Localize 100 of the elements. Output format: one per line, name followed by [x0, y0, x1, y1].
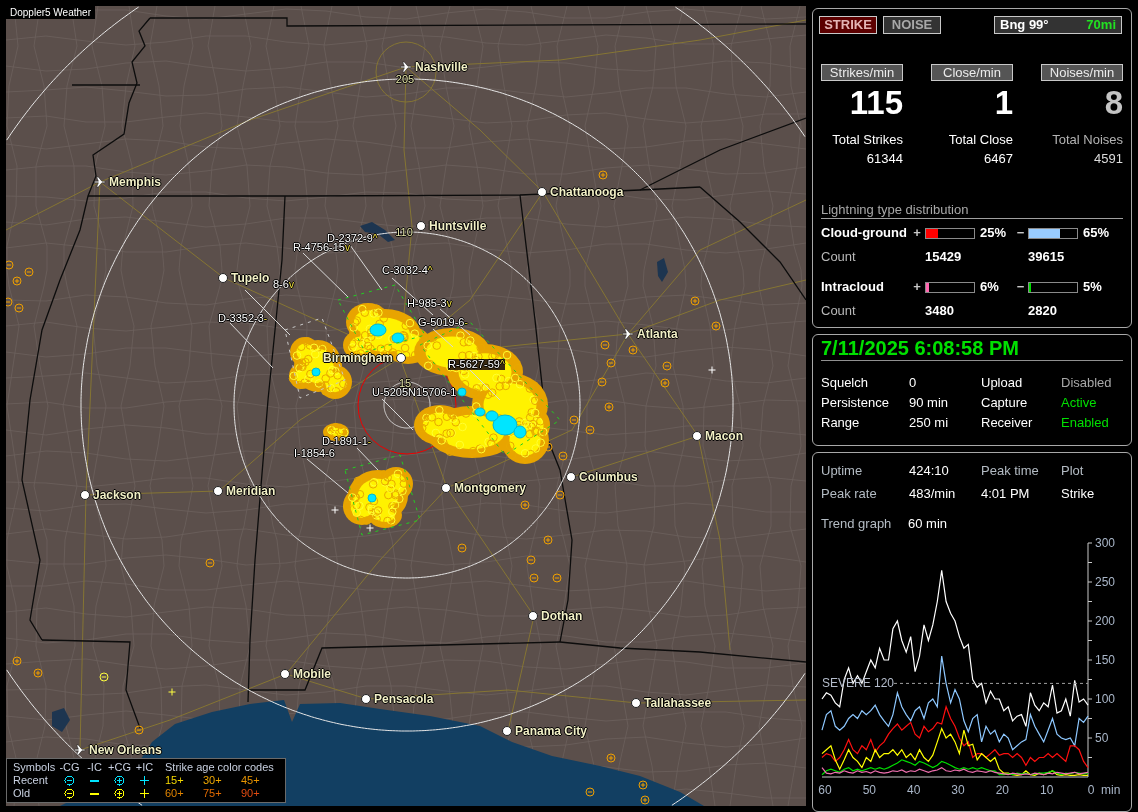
trend-mark: ^: [372, 234, 378, 244]
city-label: Atlanta: [637, 326, 678, 342]
stat-value: 60 min: [908, 515, 948, 533]
polarity-sign: −: [1015, 225, 1026, 241]
airplane-icon: [400, 61, 412, 73]
ringed-plus-icon: [12, 276, 22, 286]
cell-label: D-1891-1: [322, 436, 368, 447]
date-time: 7/11/2025 6:08:58 PM: [821, 337, 1123, 361]
ringed-plus-icon: [628, 345, 638, 355]
polarity-sign: +: [912, 225, 922, 241]
mode-button[interactable]: NOISE: [883, 16, 941, 34]
city-label: Columbus: [579, 469, 638, 485]
rate-header-button[interactable]: Strikes/min: [821, 64, 903, 81]
setting-label: Persistence: [821, 394, 890, 412]
count-value: 15429: [925, 249, 963, 265]
x-tick-label: 0: [1087, 783, 1095, 797]
ringed-plus-icon: [33, 668, 43, 678]
ringed-minus-icon: [606, 358, 616, 368]
stat-label: Trend graph: [821, 515, 893, 533]
ringed-minus-icon: [24, 267, 34, 277]
symbol-column-label: -IC: [86, 761, 103, 774]
x-tick-label: 30: [951, 783, 965, 797]
x-tick-label: 10: [1040, 783, 1054, 797]
cell-label: H-985-3: [407, 298, 447, 309]
total-value: 6467: [984, 151, 1013, 167]
ringed-minus-icon: [662, 361, 672, 371]
total-label: Total Noises: [1052, 132, 1123, 148]
ringed-minus-icon: [6, 260, 14, 270]
city-label: Tallahassee: [644, 695, 712, 711]
ringed-minus-icon: [543, 442, 553, 452]
city-label: Memphis: [109, 174, 161, 190]
count-value: 2820: [1028, 303, 1058, 319]
ringed-minus-icon: [600, 340, 610, 350]
city-label: Montgomery: [454, 480, 526, 496]
trend-mark: v: [345, 243, 350, 253]
ringed-plus-icon: [606, 753, 616, 763]
age-color-label: 75+: [203, 787, 223, 800]
legend-heading: Symbols: [13, 761, 57, 774]
cell-label: D-3352-3: [218, 313, 264, 324]
setting-label: Receiver: [981, 414, 1034, 432]
ringed-minus-icon: [555, 490, 565, 500]
ringed-minus-icon: [457, 543, 467, 553]
city-label: Nashville: [415, 59, 468, 75]
age-color-label: 60+: [165, 787, 185, 800]
percent-label: 65%: [1082, 225, 1111, 241]
y-tick-label: 250: [1095, 575, 1116, 589]
status-value: Active: [1061, 394, 1098, 412]
plus-icon: [168, 688, 176, 696]
leader-line: [356, 447, 379, 471]
setting-label: Upload: [981, 374, 1024, 392]
city-label: Jackson: [93, 487, 142, 503]
city-label: Tupelo: [231, 270, 270, 286]
ringed-minus-icon: [552, 573, 562, 583]
total-value: 4591: [1094, 151, 1123, 167]
total-value: 61344: [866, 151, 903, 167]
leader-line: [349, 244, 383, 291]
count-value: 39615: [1028, 249, 1066, 265]
stat-value: Strike: [1061, 485, 1096, 503]
rate-header-button[interactable]: Close/min: [931, 64, 1013, 81]
percent-label: 5%: [1082, 279, 1103, 295]
age-color-label: 30+: [203, 774, 223, 787]
leader-line: [302, 252, 349, 298]
x-tick-label: 60: [818, 783, 832, 797]
setting-value: 250 mi: [909, 414, 950, 432]
airplane-icon: [74, 744, 86, 756]
airplane-icon: [622, 328, 634, 340]
legend-heading: Strike age color codes: [165, 761, 275, 774]
age-color-label: 15+: [165, 774, 185, 787]
stat-label: Peak time: [981, 462, 1040, 480]
ringed-plus-icon: [638, 780, 648, 790]
age-color-label: 90+: [241, 787, 261, 800]
stat-label: Peak rate: [821, 485, 878, 503]
rate-header-button[interactable]: Noises/min: [1041, 64, 1123, 81]
ringed-minus-icon: [205, 558, 215, 568]
ringed-minus-icon: [585, 787, 595, 797]
percent-label: 6%: [979, 279, 1000, 295]
symbol-column-label: +IC: [134, 761, 155, 774]
symbol-column-label: -CG: [58, 761, 81, 774]
bearing-label: Bng 99°: [1000, 17, 1049, 33]
status-value: Enabled: [1061, 414, 1110, 432]
ringed-plus-icon: [640, 795, 650, 805]
legend-row-label: Old: [13, 787, 32, 800]
cell-label: I-1854-6: [294, 448, 335, 459]
setting-value: 0: [909, 374, 918, 392]
trend-mark: v: [288, 280, 294, 290]
city-label: Pensacola: [374, 691, 434, 707]
lightning-type-label: Intracloud: [821, 279, 885, 295]
stat-value: 4:01 PM: [981, 485, 1031, 503]
city-label: Chattanooga: [550, 184, 624, 200]
lake: [657, 258, 668, 282]
count-value: 3480: [925, 303, 955, 319]
leader-line: [306, 458, 349, 494]
x-axis-label: min: [1101, 783, 1121, 797]
plus-icon: [331, 506, 339, 514]
ringed-plus-icon: [711, 321, 721, 331]
leader-line: [381, 398, 414, 431]
mode-button[interactable]: STRIKE: [819, 16, 877, 34]
city-label: Dothan: [541, 608, 583, 624]
cell-label: C-3032-4: [382, 265, 428, 276]
leader-line: [229, 322, 274, 369]
